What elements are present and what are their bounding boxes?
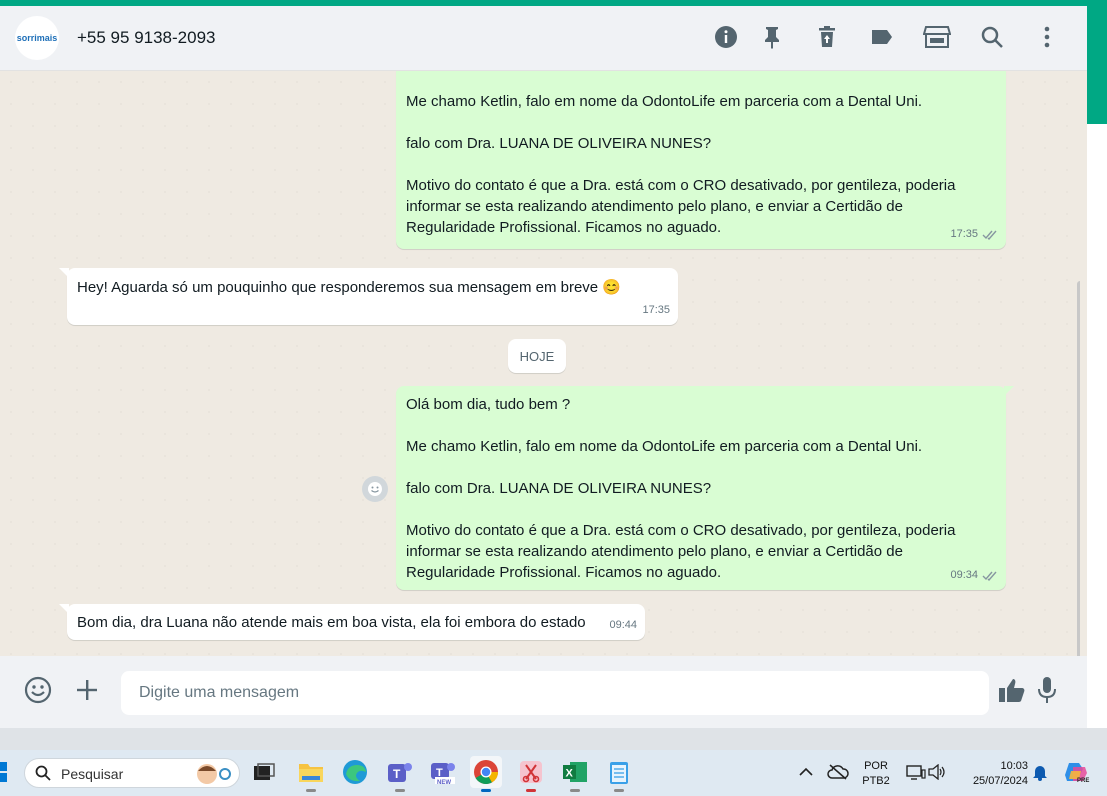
start-icon[interactable] <box>0 756 10 788</box>
message-meta: 09:44 <box>609 615 637 636</box>
search-icon <box>35 765 51 781</box>
file-explorer-icon[interactable] <box>295 756 327 792</box>
label-icon[interactable] <box>867 22 897 52</box>
search-highlight-icon <box>197 764 231 784</box>
message-meta: 09:34 <box>950 565 998 586</box>
message-text: Bom dia, dra Luana não atende mais em bo… <box>77 614 586 631</box>
running-indicator <box>481 789 491 792</box>
bubble-tail <box>1004 386 1014 396</box>
language-line2: PTB2 <box>862 775 890 787</box>
clock-time: 10:03 <box>1000 760 1028 772</box>
windows-taskbar: Pesquisar T T NEW X POR PTB2 10:03 25/07… <box>0 750 1107 796</box>
message-list[interactable]: Me chamo Ketlin, falo em nome da OdontoL… <box>0 71 1080 656</box>
message-line: informar se esta realizando atendimento … <box>406 198 903 215</box>
message-time: 09:34 <box>950 569 978 581</box>
message-line-gap <box>406 499 996 520</box>
bubble-tail <box>59 604 69 614</box>
emoji-icon[interactable] <box>22 674 54 706</box>
info-icon[interactable] <box>711 22 741 52</box>
copilot-icon[interactable]: PRE <box>1060 756 1092 788</box>
message-meta: 17:35 <box>950 224 998 245</box>
language-line1: POR <box>864 760 888 772</box>
message-input[interactable] <box>121 671 989 715</box>
taskbar-search-label: Pesquisar <box>61 766 124 782</box>
message-time: 09:44 <box>609 619 637 631</box>
chat-header: sorrimais +55 95 9138-2093 <box>0 6 1087 71</box>
message-line: Regularidade Profissional. Ficamos no ag… <box>406 219 722 236</box>
message-line: Motivo do contato é que a Dra. está com … <box>406 177 956 194</box>
attach-plus-icon[interactable] <box>71 674 103 706</box>
volume-icon[interactable] <box>921 756 953 788</box>
message-line-gap <box>406 112 996 133</box>
contact-avatar[interactable]: sorrimais <box>15 16 59 60</box>
tray-chevron-up-icon[interactable] <box>790 756 822 788</box>
composer-bar <box>0 656 1087 728</box>
microphone-icon[interactable] <box>1031 674 1063 706</box>
pin-icon[interactable] <box>757 22 787 52</box>
running-indicator <box>614 789 624 792</box>
teams-new-badge: NEW <box>437 780 451 786</box>
running-indicator <box>395 789 405 792</box>
svg-text:X: X <box>566 768 574 780</box>
message-incoming[interactable]: Bom dia, dra Luana não atende mais em bo… <box>59 604 645 640</box>
whatsapp-window: sorrimais +55 95 9138-2093 Me chamo Ketl… <box>0 6 1087 728</box>
edge-icon[interactable] <box>339 756 371 788</box>
clock[interactable]: 10:03 25/07/2024 <box>960 759 1028 789</box>
message-outgoing[interactable]: Me chamo Ketlin, falo em nome da OdontoL… <box>396 71 1006 249</box>
message-line: Olá bom dia, tudo bem ? <box>406 396 571 413</box>
message-line: Regularidade Profissional. Ficamos no ag… <box>406 564 722 581</box>
message-time: 17:35 <box>642 304 670 316</box>
taskbar-search[interactable]: Pesquisar <box>24 758 240 788</box>
running-indicator <box>306 789 316 792</box>
message-meta: 17:35 <box>642 300 670 321</box>
read-receipt-icon <box>982 571 997 581</box>
delete-icon[interactable] <box>812 22 842 52</box>
message-line: falo com Dra. LUANA DE OLIVEIRA NUNES? <box>406 135 712 152</box>
message-time: 17:35 <box>950 228 978 240</box>
chrome-icon[interactable] <box>470 756 502 792</box>
message-line-gap <box>406 415 996 436</box>
window-bottom-strip <box>0 728 1107 750</box>
chat-scrollbar[interactable] <box>1077 281 1080 656</box>
excel-icon[interactable]: X <box>559 756 591 792</box>
avatar-logo-text: sorrimais <box>16 33 58 43</box>
snipping-tool-icon[interactable] <box>515 756 547 792</box>
teams-icon[interactable]: T <box>384 756 416 792</box>
onedrive-offline-icon[interactable] <box>822 756 854 788</box>
running-indicator <box>526 789 536 792</box>
message-line: Me chamo Ketlin, falo em nome da OdontoL… <box>406 93 923 110</box>
running-indicator <box>570 789 580 792</box>
read-receipt-icon <box>982 230 997 240</box>
message-text: Hey! Aguarda só um pouquinho que respond… <box>77 279 621 296</box>
notepad-icon[interactable] <box>603 756 635 792</box>
menu-icon[interactable] <box>1032 22 1062 52</box>
teams-new-icon[interactable]: T NEW <box>427 756 459 788</box>
message-line-gap <box>406 154 996 175</box>
clock-date: 25/07/2024 <box>972 775 1028 787</box>
copilot-pre-badge: PRE <box>1077 778 1090 784</box>
notification-bell-icon[interactable] <box>1024 756 1056 788</box>
search-icon[interactable] <box>977 22 1007 52</box>
message-incoming[interactable]: Hey! Aguarda só um pouquinho que respond… <box>59 268 678 325</box>
message-line-gap <box>406 457 996 478</box>
svg-text:T: T <box>393 767 401 781</box>
task-view-icon[interactable] <box>248 756 280 788</box>
contact-name[interactable]: +55 95 9138-2093 <box>77 28 216 48</box>
language-indicator[interactable]: POR PTB2 <box>858 759 894 789</box>
emoji-reaction-icon[interactable] <box>362 476 388 502</box>
right-accent-edge <box>1087 6 1107 124</box>
date-separator: HOJE <box>508 339 566 373</box>
message-line: Me chamo Ketlin, falo em nome da OdontoL… <box>406 438 923 455</box>
catalog-icon[interactable] <box>922 22 952 52</box>
message-outgoing[interactable]: Olá bom dia, tudo bem ? Me chamo Ketlin,… <box>396 386 1014 590</box>
message-line: informar se esta realizando atendimento … <box>406 543 903 560</box>
message-line: Motivo do contato é que a Dra. está com … <box>406 522 956 539</box>
bubble-tail <box>59 268 69 278</box>
message-line: falo com Dra. LUANA DE OLIVEIRA NUNES? <box>406 480 712 497</box>
thumbs-up-icon[interactable] <box>996 674 1028 706</box>
date-separator-label: HOJE <box>519 348 555 364</box>
